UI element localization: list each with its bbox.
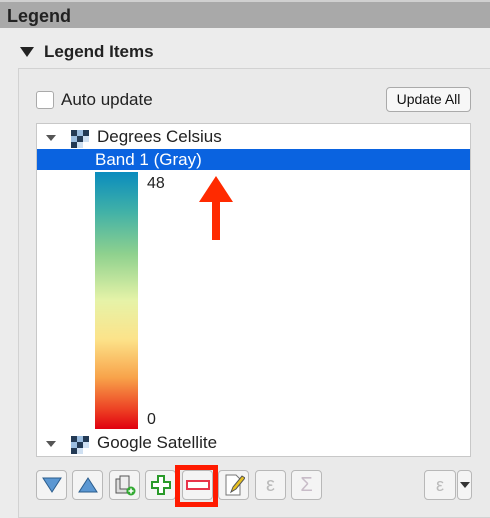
filter-dropdown-button[interactable] <box>457 470 472 500</box>
update-all-button[interactable]: Update All <box>386 87 471 112</box>
plus-icon <box>150 475 171 495</box>
expand-arrow-icon[interactable] <box>46 135 56 141</box>
ramp-min-label: 0 <box>147 411 156 428</box>
add-group-icon <box>115 475 135 496</box>
move-down-button[interactable] <box>36 470 67 500</box>
annotation-arrow-icon <box>199 176 233 240</box>
panel-title: Legend <box>7 6 72 26</box>
layer-name: Google Satellite <box>97 433 218 452</box>
panel-header: Legend <box>0 0 490 28</box>
auto-update-label: Auto update <box>61 90 153 109</box>
expression-button[interactable]: ε <box>255 470 286 500</box>
filter-epsilon-icon: ε <box>435 474 445 495</box>
triangle-down-icon <box>41 477 62 493</box>
add-group-button[interactable] <box>109 470 140 500</box>
section-title: Legend Items <box>44 42 154 61</box>
raster-icon <box>71 130 89 148</box>
tree-item-google-satellite[interactable]: Google Satellite <box>37 433 470 454</box>
edit-icon <box>225 474 245 496</box>
legend-items-section[interactable]: Legend Items <box>18 42 154 62</box>
epsilon-icon: ε <box>266 473 275 496</box>
edit-item-button[interactable] <box>218 470 249 500</box>
chevron-down-icon <box>459 482 470 488</box>
ramp-max-label: 48 <box>147 175 165 192</box>
item-label: Band 1 (Gray) <box>95 150 202 169</box>
collapse-icon[interactable] <box>20 47 34 57</box>
filter-expression-button[interactable]: ε <box>424 470 456 500</box>
add-item-button[interactable] <box>145 470 176 500</box>
raster-icon <box>71 436 89 454</box>
expand-arrow-icon[interactable] <box>46 441 56 447</box>
move-up-button[interactable] <box>72 470 103 500</box>
triangle-up-icon <box>77 477 98 493</box>
legend-tree[interactable]: Degrees Celsius Band 1 (Gray) 48 0 Googl… <box>36 123 471 457</box>
tree-item-band-1[interactable]: Band 1 (Gray) <box>37 149 470 170</box>
auto-update-checkbox[interactable] <box>36 91 54 109</box>
tree-item-degrees-celsius[interactable]: Degrees Celsius <box>37 127 470 148</box>
color-ramp <box>95 172 138 429</box>
count-button[interactable]: Σ <box>291 470 322 500</box>
sigma-icon: Σ <box>300 473 313 496</box>
layer-name: Degrees Celsius <box>97 127 222 146</box>
highlight-box <box>175 465 218 507</box>
